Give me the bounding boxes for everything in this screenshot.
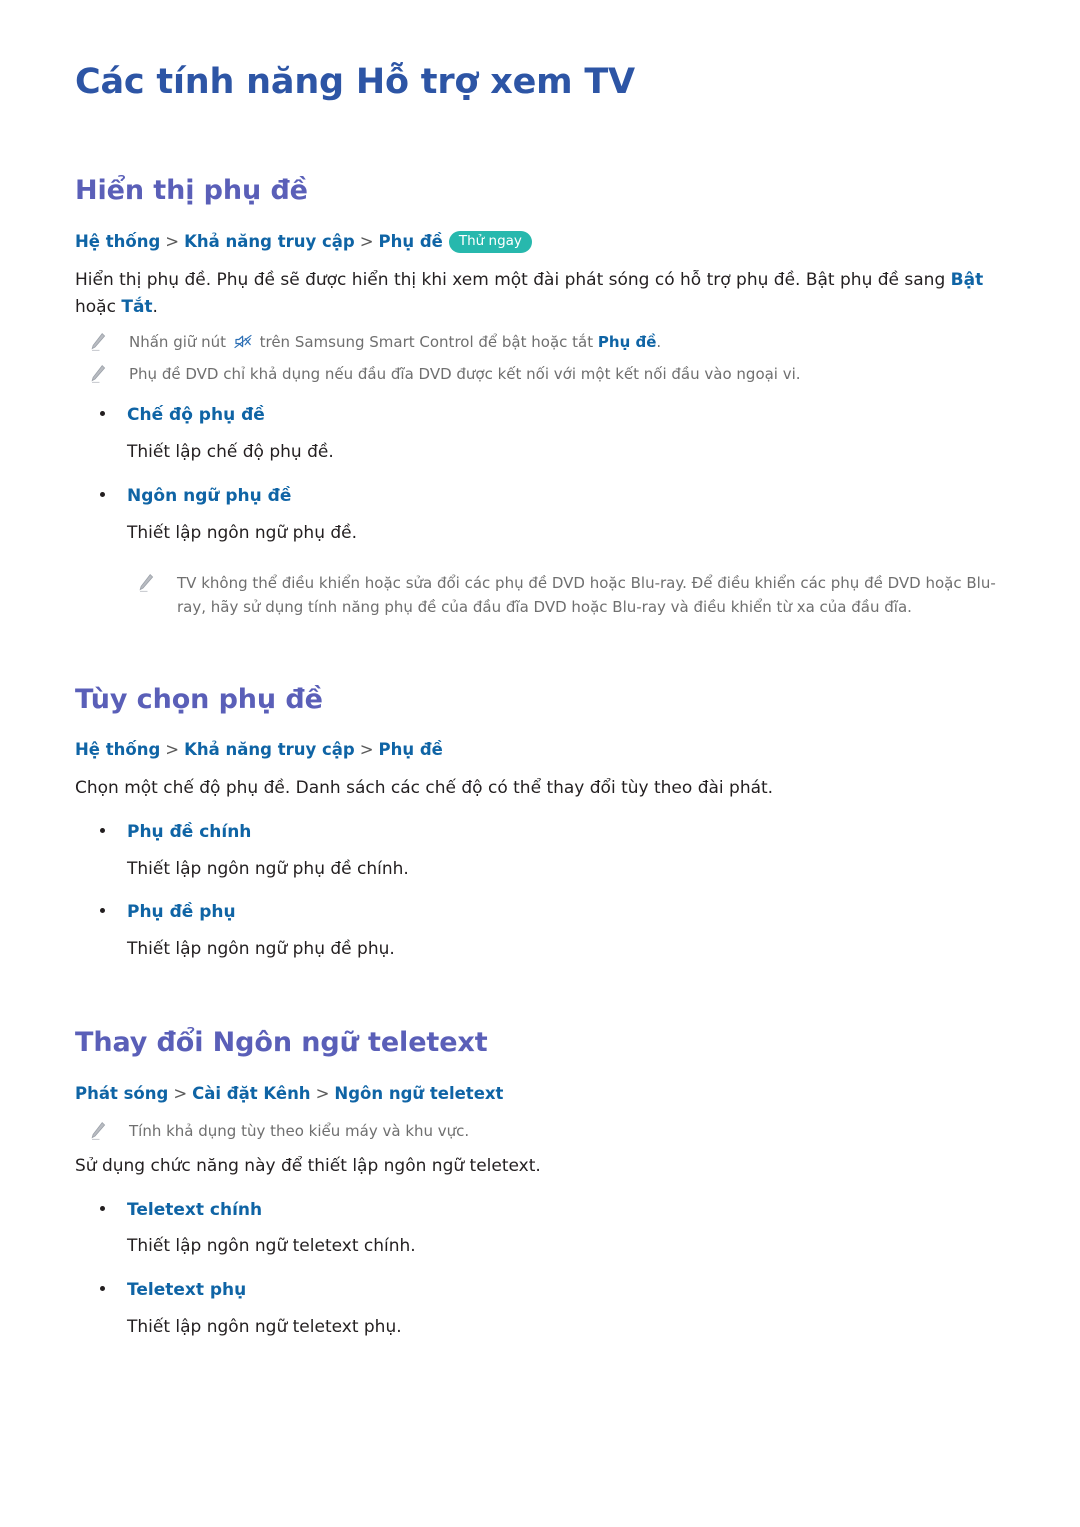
- breadcrumb-crumb-1[interactable]: Khả năng truy cập: [184, 740, 355, 759]
- section-tuy-chon-phu-de: Tùy chọn phụ đề Hệ thống > Khả năng truy c…: [75, 684, 1020, 964]
- breadcrumb-crumb-1[interactable]: Khả năng truy cập: [184, 232, 355, 251]
- paragraph-part-3: .: [152, 297, 158, 318]
- list-item: Phụ đề phụ Thiết lập ngôn ngữ phụ đề phụ…: [75, 901, 1020, 963]
- page-title: Các tính năng Hỗ trợ xem TV: [75, 62, 635, 102]
- pencil-icon: [89, 332, 107, 352]
- breadcrumb-separator: >: [173, 1083, 188, 1103]
- bullet-description: Thiết lập ngôn ngữ phụ đề.: [127, 522, 358, 543]
- breadcrumb-separator: >: [359, 231, 374, 251]
- note-text: Tính khả dụng tùy theo kiểu máy và khu v…: [129, 1121, 470, 1140]
- bullet-row: Teletext chính: [75, 1199, 1020, 1223]
- breadcrumb-separator: >: [165, 231, 180, 251]
- breadcrumb-separator: >: [359, 740, 374, 760]
- bullet-description: Thiết lập ngôn ngữ teletext chính.: [127, 1236, 416, 1257]
- section-title: Thay đổi Ngôn ngữ teletext: [75, 1027, 488, 1059]
- bullet-label[interactable]: Ngôn ngữ phụ đề: [127, 485, 291, 509]
- list-item: Chế độ phụ đề Thiết lập chế độ phụ đề.: [75, 404, 1020, 466]
- note-text: Phụ đề DVD chỉ khả dụng nếu đầu đĩa DVD …: [129, 365, 801, 384]
- pencil-icon: [137, 573, 155, 593]
- bullet-description: Thiết lập chế độ phụ đề.: [127, 442, 334, 463]
- bullet-label[interactable]: Phụ đề chính: [127, 821, 251, 845]
- note-text-before: Nhấn giữ nút: [129, 332, 231, 351]
- note-item: Tính khả dụng tùy theo kiểu máy và khu v…: [75, 1119, 1015, 1143]
- breadcrumb-crumb-1[interactable]: Cài đặt Kênh: [192, 1084, 310, 1103]
- note-item: Nhấn giữ nút trên Samsung Smart Control …: [75, 330, 1015, 354]
- list-item: Phụ đề chính Thiết lập ngôn ngữ phụ đề c…: [75, 821, 1020, 883]
- breadcrumb-separator: >: [315, 1083, 330, 1103]
- bullet-dot-icon: [100, 1205, 105, 1211]
- note-item-trailing: TV không thể điều khiển hoặc sửa đổi các…: [123, 571, 1020, 620]
- paragraph-part-1: Hiển thị phụ đề. Phụ đề sẽ được hiển thị…: [75, 269, 951, 290]
- mute-icon: [234, 332, 252, 349]
- breadcrumb-crumb-2[interactable]: Ngôn ngữ teletext: [334, 1084, 503, 1103]
- breadcrumb-crumb-2[interactable]: Phụ đề: [379, 232, 443, 251]
- note-text-after: trên Samsung Smart Control để bật hoặc t…: [254, 332, 598, 351]
- bullet-dot-icon: [100, 411, 105, 417]
- pencil-icon: [89, 1121, 107, 1141]
- section-thay-doi-ngon-ngu-teletext: Thay đổi Ngôn ngữ teletext Phát sóng > Cài…: [75, 1027, 1020, 1341]
- paragraph-part-2: hoặc: [75, 297, 122, 318]
- note-item: Phụ đề DVD chỉ khả dụng nếu đầu đĩa DVD …: [75, 362, 1015, 386]
- bullet-label[interactable]: Teletext phụ: [127, 1279, 246, 1303]
- bullet-dot-icon: [100, 491, 105, 497]
- bullet-row: Ngôn ngữ phụ đề: [75, 485, 1020, 509]
- breadcrumb-crumb-0[interactable]: Phát sóng: [75, 1084, 168, 1103]
- manual-page: Các tính năng Hỗ trợ xem TV Hiển thị phụ…: [0, 0, 1080, 1527]
- paragraph-bold-off: Tắt: [121, 297, 153, 318]
- breadcrumb-crumb-0[interactable]: Hệ thống: [75, 740, 160, 759]
- section-paragraph: Hiển thị phụ đề. Phụ đề sẽ được hiển thị…: [75, 267, 1010, 322]
- section-paragraph: Sử dụng chức năng này để thiết lập ngôn …: [75, 1156, 541, 1177]
- bullet-description: Thiết lập ngôn ngữ phụ đề chính.: [127, 858, 409, 879]
- section-hien-thi-phu-de: Hiển thị phụ đề Hệ thống > Khả năng truy c…: [75, 175, 1020, 619]
- bullet-label[interactable]: Chế độ phụ đề: [127, 404, 265, 428]
- bullet-row: Phụ đề chính: [75, 821, 1020, 845]
- breadcrumb-separator: >: [165, 740, 180, 760]
- bullet-description: Thiết lập ngôn ngữ phụ đề phụ.: [127, 938, 395, 959]
- bullet-dot-icon: [100, 908, 105, 914]
- pencil-icon: [89, 364, 107, 384]
- breadcrumb: Hệ thống > Khả năng truy cập > Phụ đề Thử nga…: [75, 230, 1020, 253]
- bullet-label[interactable]: Phụ đề phụ: [127, 901, 236, 925]
- section-title: Hiển thị phụ đề: [75, 175, 308, 207]
- bullet-row: Chế độ phụ đề: [75, 404, 1020, 428]
- list-item: Teletext phụ Thiết lập ngôn ngữ teletext…: [75, 1279, 1020, 1341]
- note-text: Nhấn giữ nút trên Samsung Smart Control …: [129, 330, 661, 354]
- bullet-row: Phụ đề phụ: [75, 901, 1020, 925]
- try-now-badge[interactable]: Thử ngay: [448, 230, 532, 253]
- section-paragraph: Chọn một chế độ phụ đề. Danh sách các ch…: [75, 778, 774, 799]
- bullet-label[interactable]: Teletext chính: [127, 1199, 262, 1223]
- section-title: Tùy chọn phụ đề: [75, 683, 323, 715]
- breadcrumb-crumb-2[interactable]: Phụ đề: [379, 740, 443, 759]
- breadcrumb: Hệ thống > Khả năng truy cập > Phụ đề: [75, 738, 1020, 761]
- list-item: Ngôn ngữ phụ đề Thiết lập ngôn ngữ phụ đ…: [75, 485, 1020, 547]
- note-text-bold: Phụ đề: [597, 332, 657, 351]
- breadcrumb: Phát sóng > Cài đặt Kênh > Ngôn ngữ teletext: [75, 1082, 1020, 1105]
- list-item: Teletext chính Thiết lập ngôn ngữ telete…: [75, 1199, 1020, 1261]
- bullet-dot-icon: [100, 1286, 105, 1291]
- bullet-row: Teletext phụ: [75, 1279, 1020, 1303]
- bullet-description: Thiết lập ngôn ngữ teletext phụ.: [127, 1316, 402, 1337]
- bullet-dot-icon: [100, 827, 105, 833]
- breadcrumb-crumb-0[interactable]: Hệ thống: [75, 232, 160, 251]
- note-text: TV không thể điều khiển hoặc sửa đổi các…: [177, 574, 996, 617]
- paragraph-bold-on: Bật: [950, 269, 984, 290]
- note-text-end: .: [656, 332, 662, 351]
